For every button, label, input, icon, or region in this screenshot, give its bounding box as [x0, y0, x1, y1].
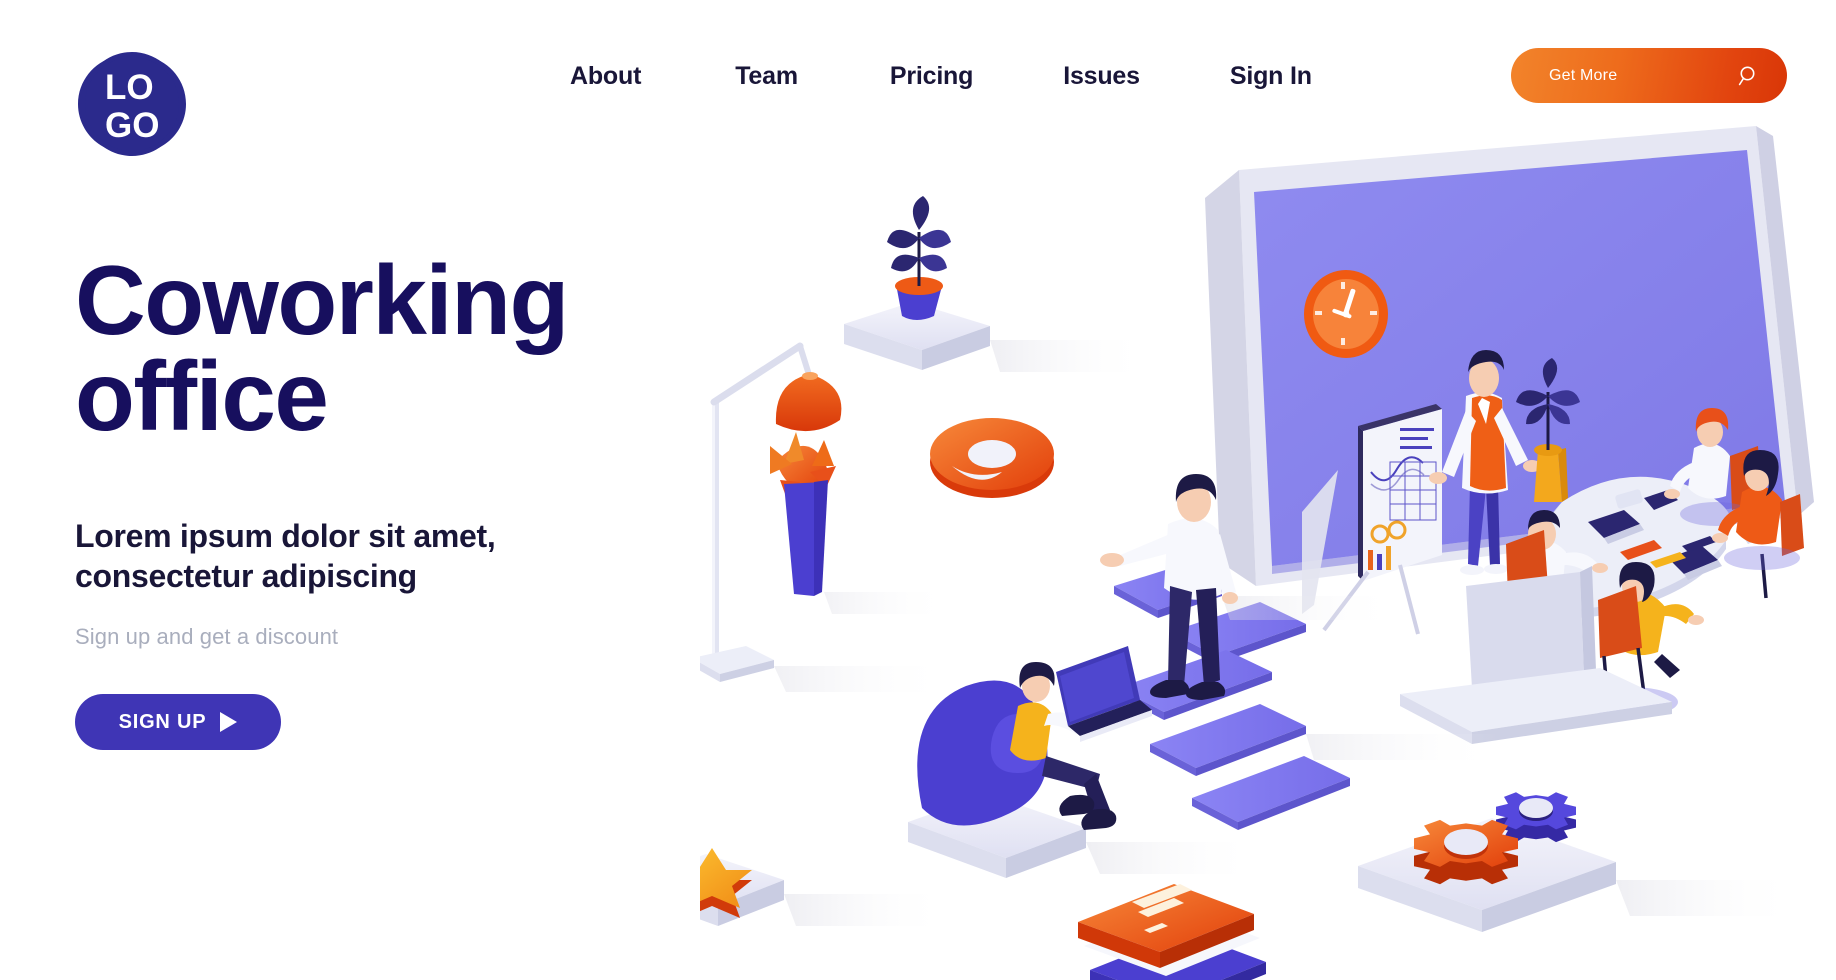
brand-logo[interactable]: LO GO: [75, 48, 190, 160]
stacked-books-orange-purple: [1078, 884, 1266, 980]
nav-item-pricing[interactable]: Pricing: [890, 62, 974, 91]
logo-text-bottom: GO: [105, 106, 159, 145]
potted-plant-on-platform: [844, 196, 1150, 372]
main-navigation: About Team Pricing Issues Sign In: [570, 62, 1408, 91]
gear-orange: [1414, 819, 1518, 885]
hero-note: Sign up and get a discount: [75, 624, 339, 650]
nav-item-issues[interactable]: Issues: [1063, 62, 1140, 91]
search-icon[interactable]: [1737, 64, 1761, 88]
page-title: Coworking office: [75, 245, 569, 452]
nav-item-about[interactable]: About: [570, 62, 641, 91]
orange-donut-ring: [930, 418, 1054, 498]
gold-star-on-platform: [700, 848, 950, 926]
chair: [1780, 494, 1804, 556]
sign-up-button[interactable]: SIGN UP: [75, 694, 281, 751]
hero-subtitle: Lorem ipsum dolor sit amet, consectetur …: [75, 518, 496, 595]
landing-page: LO GO About Team Pricing Issues Sign In …: [0, 0, 1836, 980]
get-more-label: Get More: [1549, 66, 1618, 84]
play-triangle-icon: [220, 712, 238, 733]
hero-illustration: [700, 110, 1836, 980]
logo-text-top: LO: [105, 68, 154, 107]
laptop: [1056, 646, 1152, 742]
nav-item-sign-in[interactable]: Sign In: [1230, 62, 1312, 91]
hero-section: Coworking office Lorem ipsum dolor sit a…: [75, 245, 775, 751]
nav-item-team[interactable]: Team: [735, 62, 798, 91]
get-more-button[interactable]: Get More: [1511, 48, 1787, 103]
wall-clock: [1304, 270, 1388, 358]
gear-purple: [1496, 792, 1576, 843]
orange-and-purple-gears: [1358, 792, 1800, 932]
sign-up-label: SIGN UP: [118, 710, 207, 733]
purple-vase-with-orange-flower: [770, 432, 950, 614]
